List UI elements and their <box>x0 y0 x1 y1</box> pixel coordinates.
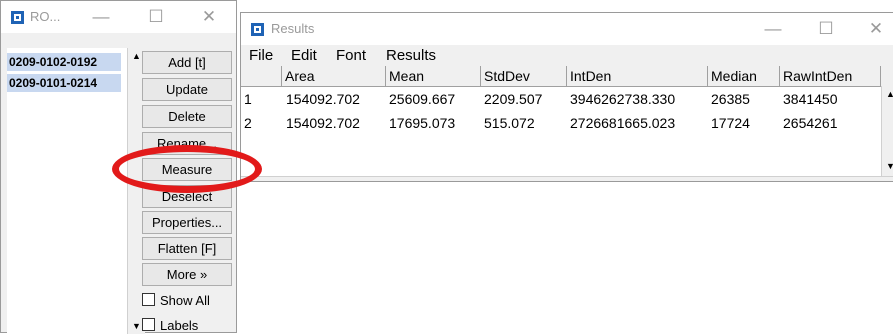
update-button[interactable]: Update <box>142 78 232 101</box>
column-header[interactable]: IntDen <box>567 66 708 87</box>
labels-checkbox[interactable]: Labels <box>142 316 198 336</box>
column-header[interactable]: Mean <box>386 66 481 87</box>
scroll-up-icon[interactable]: ▲ <box>886 89 893 99</box>
roi-list-item[interactable]: 0209-0101-0214 <box>7 74 121 92</box>
properties-button[interactable]: Properties... <box>142 211 232 234</box>
show-all-checkbox[interactable]: Show All <box>142 291 210 311</box>
results-vertical-scrollbar[interactable]: ▲ ▼ <box>881 86 893 176</box>
menu-results[interactable]: Results <box>386 47 436 64</box>
roi-window-title: RO... <box>30 9 61 24</box>
flatten-button[interactable]: Flatten [F] <box>142 237 232 260</box>
results-window-title: Results <box>271 21 315 36</box>
column-header[interactable]: Median <box>708 66 780 87</box>
roi-list[interactable]: 0209-0102-0192 0209-0101-0214 ▲ ▼ <box>7 48 145 334</box>
highlight-oval <box>112 145 262 193</box>
scroll-down-icon[interactable]: ▼ <box>886 161 893 171</box>
checkbox-icon[interactable] <box>142 293 155 306</box>
checkbox-icon[interactable] <box>142 318 155 331</box>
close-icon[interactable]: ✕ <box>194 5 224 29</box>
results-titlebar[interactable]: Results — ☐ ✕ <box>241 13 893 45</box>
menu-font[interactable]: Font <box>336 47 366 64</box>
menu-edit[interactable]: Edit <box>291 47 317 64</box>
maximize-icon[interactable]: ☐ <box>811 17 841 41</box>
results-menubar: File Edit Font Results <box>241 46 893 66</box>
results-window: Results — ☐ ✕ File Edit Font Results Are… <box>240 12 893 182</box>
column-header[interactable]: StdDev <box>481 66 567 87</box>
column-header[interactable]: Area <box>282 66 386 87</box>
imagej-app-icon <box>251 23 264 36</box>
row-number-header <box>241 66 282 87</box>
close-icon[interactable]: ✕ <box>861 17 891 41</box>
results-horizontal-scrollbar[interactable]: ◀ ▶ <box>241 176 893 181</box>
more-button[interactable]: More » <box>142 263 232 286</box>
menu-file[interactable]: File <box>249 47 273 64</box>
roi-list-item[interactable]: 0209-0102-0192 <box>7 53 121 71</box>
maximize-icon[interactable]: ☐ <box>141 5 171 29</box>
minimize-icon[interactable]: — <box>758 17 788 41</box>
roi-titlebar[interactable]: RO... — ☐ ✕ <box>1 1 236 33</box>
results-table[interactable]: Area Mean StdDev IntDen Median RawIntDen… <box>241 66 881 176</box>
imagej-app-icon <box>11 11 24 24</box>
add-button[interactable]: Add [t] <box>142 51 232 74</box>
scroll-right-icon[interactable]: ▶ <box>886 179 893 181</box>
minimize-icon[interactable]: — <box>86 5 116 29</box>
delete-button[interactable]: Delete <box>142 105 232 128</box>
column-header[interactable]: RawIntDen <box>780 66 881 87</box>
